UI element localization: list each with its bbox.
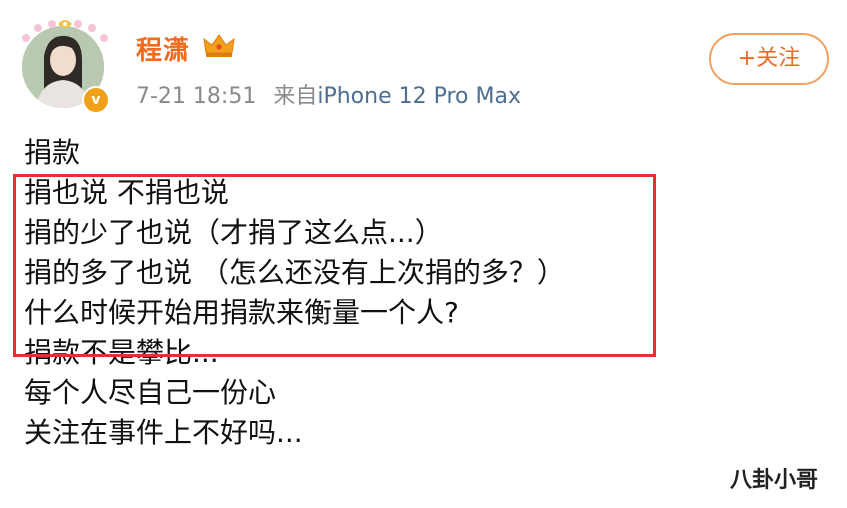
follow-button[interactable]: +关注 (709, 33, 829, 85)
watermark: 八卦小哥 (730, 468, 819, 493)
verified-icon: v (82, 86, 110, 114)
device-link[interactable]: iPhone 12 Pro Max (317, 84, 521, 109)
post-line: 捐款 (24, 136, 81, 169)
post-meta: 7-21 18:51 来自iPhone 12 Pro Max (136, 78, 521, 110)
crown-icon (203, 34, 235, 57)
post-line: 每个人尽自己一份心 (24, 376, 277, 409)
highlight-box (13, 174, 656, 357)
avatar[interactable]: v (18, 18, 112, 114)
post-line: 关注在事件上不好吗... (24, 416, 303, 449)
avatar-decoration-icon (22, 20, 108, 42)
source-prefix: 来自 (273, 84, 318, 109)
post-time: 7-21 18:51 (136, 84, 257, 109)
username[interactable]: 程潇 (136, 30, 190, 67)
